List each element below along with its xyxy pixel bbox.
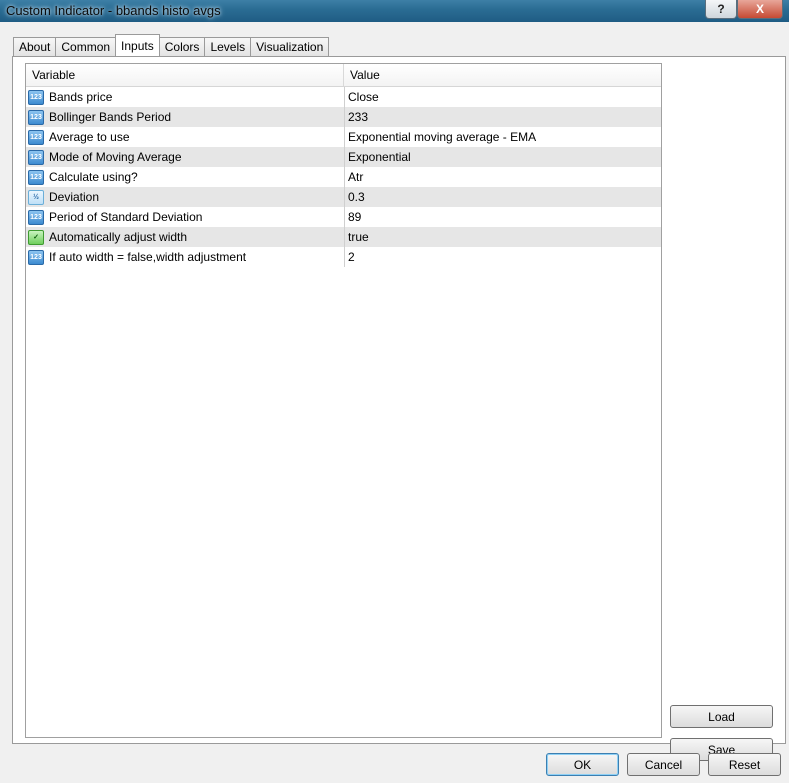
window-title: Custom Indicator - bbands histo avgs (6, 3, 221, 18)
inputs-grid: Variable Value 123 Bands price Close 123 B… (25, 63, 662, 738)
tab-about[interactable]: About (13, 37, 57, 56)
cancel-button[interactable]: Cancel (627, 753, 700, 776)
variable-name: Mode of Moving Average (49, 150, 182, 164)
grid-header: Variable Value (26, 64, 661, 87)
numeric-icon: 123 (28, 109, 44, 125)
numeric-icon: 123 (28, 129, 44, 145)
numeric-icon: 123 (28, 249, 44, 265)
ok-button[interactable]: OK (546, 753, 619, 776)
boolean-icon: ✓ (28, 229, 44, 245)
tab-colors[interactable]: Colors (158, 37, 206, 56)
window-controls: ? X (705, 0, 783, 19)
variable-cell: 123 Period of Standard Deviation (26, 207, 345, 227)
value-cell[interactable]: Close (345, 87, 379, 107)
variable-name: Bollinger Bands Period (49, 110, 172, 124)
variable-cell: 123 Average to use (26, 127, 345, 147)
variable-name: Calculate using? (49, 170, 138, 184)
variable-name: Automatically adjust width (49, 230, 188, 244)
help-button[interactable]: ? (705, 0, 737, 19)
inputs-panel: Variable Value 123 Bands price Close 123 B… (12, 56, 786, 761)
table-row[interactable]: 123 If auto width = false,width adjustmen… (26, 247, 661, 267)
variable-cell: ✓ Automatically adjust width (26, 227, 345, 247)
variable-cell: 123 If auto width = false,width adjustmen… (26, 247, 345, 267)
table-row[interactable]: 123 Bands price Close (26, 87, 661, 107)
table-row[interactable]: 123 Mode of Moving Average Exponential (26, 147, 661, 167)
value-cell[interactable]: Exponential (345, 147, 411, 167)
load-button[interactable]: Load (670, 705, 773, 728)
close-button[interactable]: X (737, 0, 783, 19)
variable-cell: ½ Deviation (26, 187, 345, 207)
value-cell[interactable]: 2 (345, 247, 355, 267)
value-cell[interactable]: 0.3 (345, 187, 365, 207)
fraction-icon: ½ (28, 189, 44, 205)
dialog-client: About Common Inputs Colors Levels Visual… (0, 22, 789, 783)
value-cell[interactable]: 89 (345, 207, 361, 227)
value-cell[interactable]: Exponential moving average - EMA (345, 127, 536, 147)
numeric-icon: 123 (28, 209, 44, 225)
title-bar[interactable]: Custom Indicator - bbands histo avgs ? X (0, 0, 789, 22)
variable-cell: 123 Bands price (26, 87, 345, 107)
column-header-variable[interactable]: Variable (26, 64, 344, 86)
variable-name: Average to use (49, 130, 130, 144)
reset-button[interactable]: Reset (708, 753, 781, 776)
variable-name: Period of Standard Deviation (49, 210, 203, 224)
variable-cell: 123 Calculate using? (26, 167, 345, 187)
value-cell[interactable]: 233 (345, 107, 368, 127)
variable-cell: 123 Bollinger Bands Period (26, 107, 345, 127)
column-header-value[interactable]: Value (344, 64, 380, 86)
table-row[interactable]: ½ Deviation 0.3 (26, 187, 661, 207)
value-cell[interactable]: Atr (345, 167, 363, 187)
table-row[interactable]: 123 Calculate using? Atr (26, 167, 661, 187)
tab-inputs[interactable]: Inputs (115, 34, 160, 56)
numeric-icon: 123 (28, 149, 44, 165)
variable-name: If auto width = false,width adjustment (49, 250, 247, 264)
tab-common[interactable]: Common (55, 37, 117, 56)
value-cell[interactable]: true (345, 227, 369, 247)
table-row[interactable]: ✓ Automatically adjust width true (26, 227, 661, 247)
variable-cell: 123 Mode of Moving Average (26, 147, 345, 167)
tab-levels[interactable]: Levels (204, 37, 252, 56)
table-row[interactable]: 123 Bollinger Bands Period 233 (26, 107, 661, 127)
tab-visualization[interactable]: Visualization (250, 37, 330, 56)
table-row[interactable]: 123 Period of Standard Deviation 89 (26, 207, 661, 227)
variable-name: Deviation (49, 190, 100, 204)
numeric-icon: 123 (28, 169, 44, 185)
table-row[interactable]: 123 Average to use Exponential moving ave… (26, 127, 661, 147)
variable-name: Bands price (49, 90, 113, 104)
tab-strip: About Common Inputs Colors Levels Visual… (13, 34, 330, 56)
numeric-icon: 123 (28, 89, 44, 105)
